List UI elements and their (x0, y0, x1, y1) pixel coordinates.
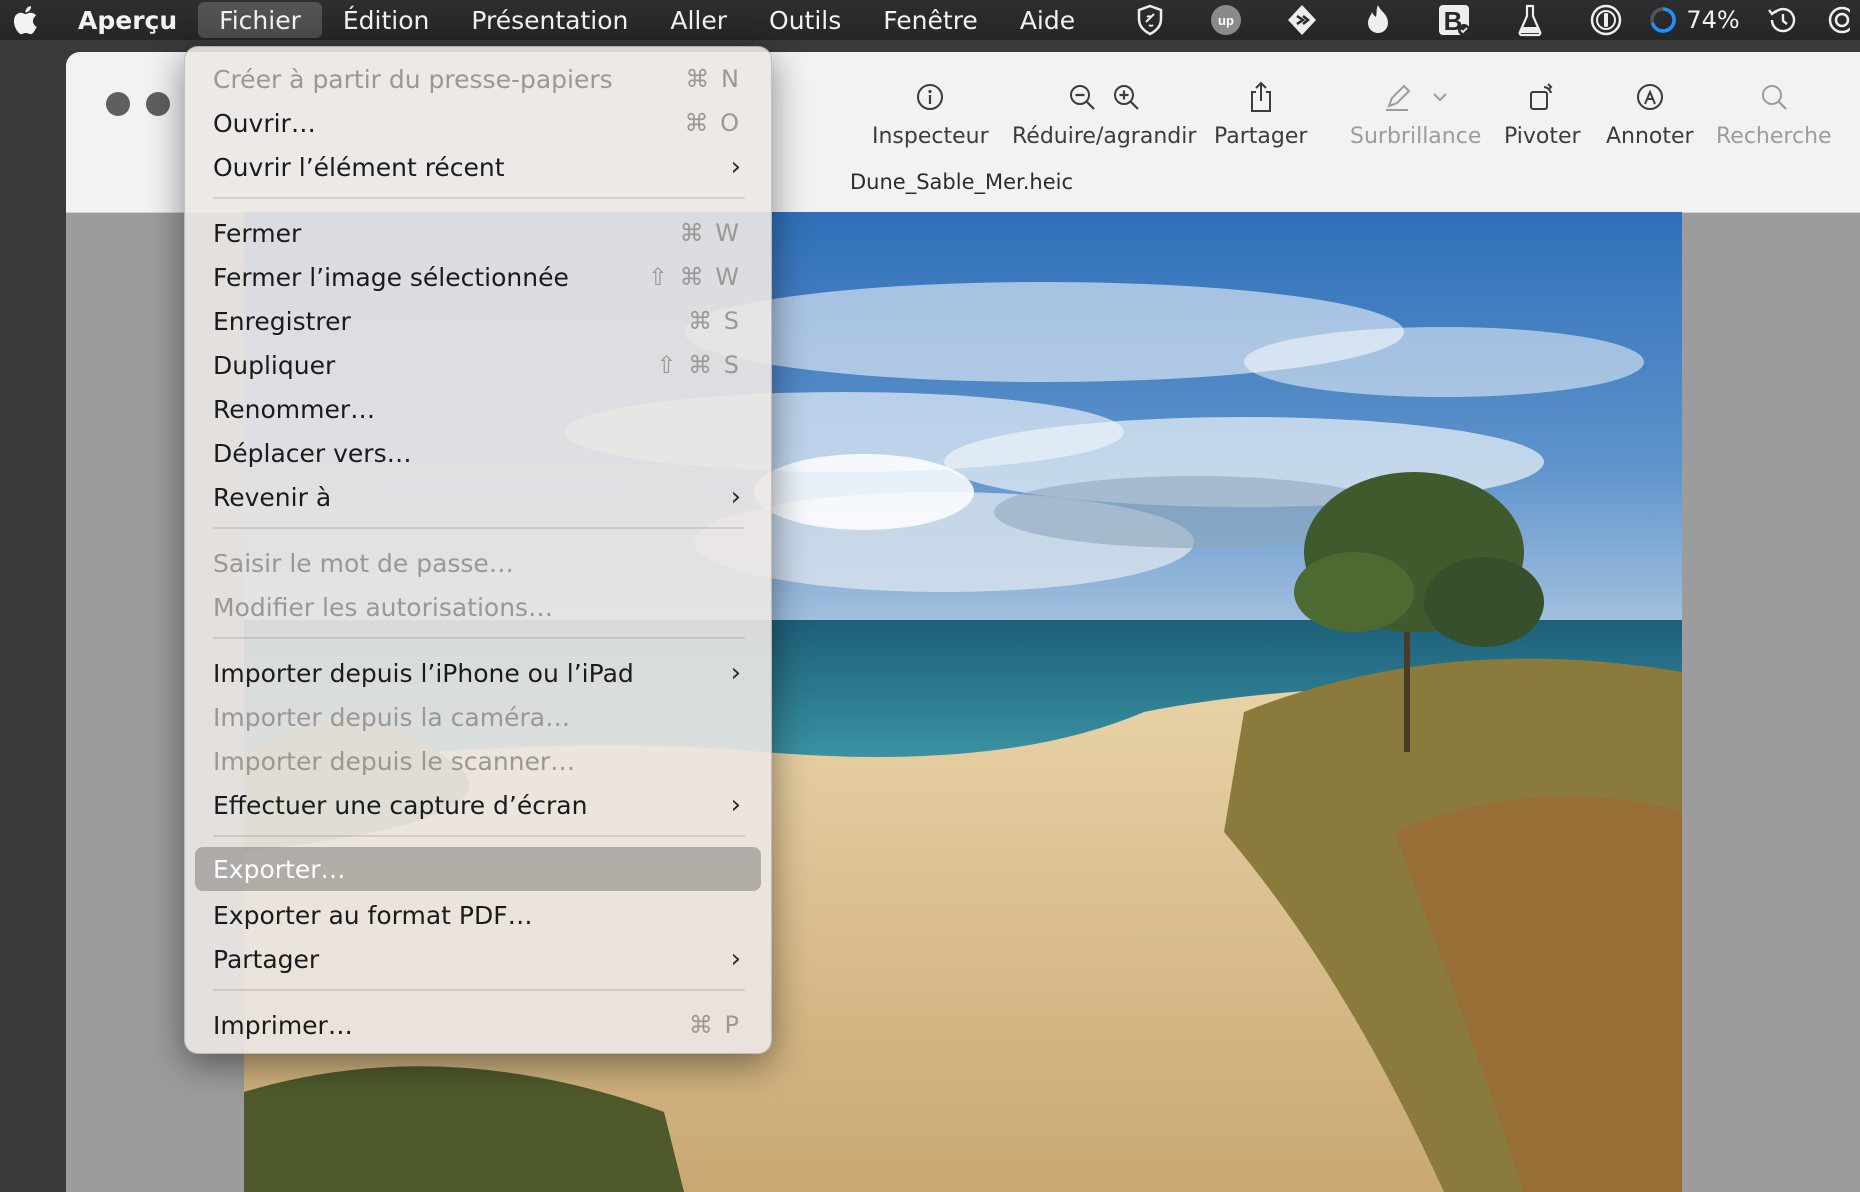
time-machine-icon[interactable] (1744, 0, 1820, 40)
highlighter-pen-icon (1385, 84, 1411, 111)
menu-aide[interactable]: Aide (999, 2, 1096, 38)
highlight-label: Surbrillance (1350, 124, 1482, 149)
menu-separator (213, 637, 745, 639)
svg-text:up: up (1218, 13, 1234, 28)
window-controls (106, 92, 170, 116)
rotate-icon (1530, 83, 1553, 110)
annotate-button[interactable]: Annoter (1606, 70, 1694, 149)
shortcut-label: ⌘ O (684, 109, 741, 137)
apple-menu-icon[interactable] (0, 0, 50, 40)
search-icon (1761, 85, 1787, 110)
password-manager-icon[interactable] (1568, 0, 1644, 40)
menu-item-take-screenshot[interactable]: Effectuer une capture d’écran › (195, 783, 761, 827)
menu-item-export[interactable]: Exporter… (195, 847, 761, 891)
menu-fichier[interactable]: Fichier (198, 2, 322, 38)
minimize-window-button[interactable] (146, 92, 170, 116)
zoom-out-icon (1070, 85, 1095, 110)
menu-item-rename[interactable]: Renommer… (195, 387, 761, 431)
zoom-button[interactable]: Réduire/agrandir (1012, 70, 1196, 149)
menu-item-import-scanner[interactable]: Importer depuis le scanner… (195, 739, 761, 783)
menu-item-duplicate[interactable]: Dupliquer ⇧ ⌘ S (195, 343, 761, 387)
file-menu-dropdown: Créer à partir du presse-papiers ⌘ N Ouv… (184, 46, 772, 1054)
menu-presentation[interactable]: Présentation (450, 2, 649, 38)
menu-item-edit-permissions[interactable]: Modifier les autorisations… (195, 585, 761, 629)
menu-item-close[interactable]: Fermer ⌘ W (195, 211, 761, 255)
share-icon (1250, 81, 1271, 112)
status-menu-area: up B 74% (1112, 0, 1860, 40)
shortcut-label: ⌘ N (685, 65, 741, 93)
upnote-icon[interactable]: up (1188, 0, 1264, 40)
zoom-in-icon (1114, 85, 1139, 110)
chevron-right-icon: › (730, 658, 741, 688)
flask-icon[interactable] (1492, 0, 1568, 40)
chevron-right-icon: › (730, 152, 741, 182)
menu-app-name[interactable]: Aperçu (50, 2, 198, 38)
menu-item-share[interactable]: Partager › (195, 937, 761, 981)
bbedit-icon[interactable]: B (1416, 0, 1492, 40)
wifi-icon[interactable] (1820, 0, 1860, 40)
shortcut-label: ⌘ S (688, 307, 741, 335)
share-label: Partager (1214, 124, 1308, 149)
inspector-label: Inspecteur (872, 124, 989, 149)
close-window-button[interactable] (106, 92, 130, 116)
menu-separator (213, 527, 745, 529)
menu-item-move-to[interactable]: Déplacer vers… (195, 431, 761, 475)
shortcut-label: ⌘ P (688, 1011, 741, 1039)
menu-item-close-selected-image[interactable]: Fermer l’image sélectionnée ⇧ ⌘ W (195, 255, 761, 299)
menu-outils[interactable]: Outils (748, 2, 862, 38)
menu-item-import-camera[interactable]: Importer depuis la caméra… (195, 695, 761, 739)
menu-item-create-from-clipboard[interactable]: Créer à partir du presse-papiers ⌘ N (195, 57, 761, 101)
search-button[interactable]: Recherche (1716, 70, 1832, 149)
menu-item-revert-to[interactable]: Revenir à › (195, 475, 761, 519)
rotate-label: Pivoter (1504, 124, 1581, 149)
menu-item-import-iphone-ipad[interactable]: Importer depuis l’iPhone ou l’iPad › (195, 651, 761, 695)
annotate-label: Annoter (1606, 124, 1694, 149)
battery-status[interactable]: 74% (1644, 0, 1744, 40)
menu-edition[interactable]: Édition (322, 2, 451, 38)
inspector-button[interactable]: Inspecteur (872, 70, 989, 149)
share-button[interactable]: Partager (1214, 70, 1307, 149)
menu-item-save[interactable]: Enregistrer ⌘ S (195, 299, 761, 343)
document-title: Dune_Sable_Mer.heic (850, 170, 1074, 194)
menu-item-export-pdf[interactable]: Exporter au format PDF… (195, 893, 761, 937)
zoom-label: Réduire/agrandir (1012, 124, 1197, 149)
menu-separator (213, 835, 745, 837)
menu-item-open-recent[interactable]: Ouvrir l’élément récent › (195, 145, 761, 189)
menu-separator (213, 989, 745, 991)
menu-aller[interactable]: Aller (649, 2, 748, 38)
info-icon (917, 84, 944, 110)
menu-separator (213, 197, 745, 199)
shortcut-label: ⇧ ⌘ S (656, 351, 741, 379)
menu-bar: Aperçu Fichier Édition Présentation Alle… (0, 0, 1860, 40)
menu-item-open[interactable]: Ouvrir… ⌘ O (195, 101, 761, 145)
battery-ring-icon (1650, 7, 1677, 33)
menu-item-print[interactable]: Imprimer… ⌘ P (195, 1003, 761, 1047)
vpn-shield-icon[interactable] (1112, 0, 1188, 40)
highlight-button[interactable]: Surbrillance (1350, 70, 1481, 149)
shortcut-label: ⌘ W (679, 219, 741, 247)
battery-percent: 74% (1686, 6, 1740, 34)
search-label: Recherche (1716, 124, 1832, 149)
flame-icon[interactable] (1340, 0, 1416, 40)
rotate-button[interactable]: Pivoter (1504, 70, 1581, 149)
chevron-right-icon: › (730, 790, 741, 820)
chevron-right-icon: › (730, 482, 741, 512)
menu-item-enter-password[interactable]: Saisir le mot de passe… (195, 541, 761, 585)
chevron-right-icon: › (730, 944, 741, 974)
annotate-pen-icon (1636, 84, 1663, 110)
shortcut-label: ⇧ ⌘ W (647, 263, 741, 291)
chevron-down-icon (1432, 93, 1447, 102)
shortcut-diamond-icon[interactable] (1264, 0, 1340, 40)
menu-fenetre[interactable]: Fenêtre (862, 2, 999, 38)
